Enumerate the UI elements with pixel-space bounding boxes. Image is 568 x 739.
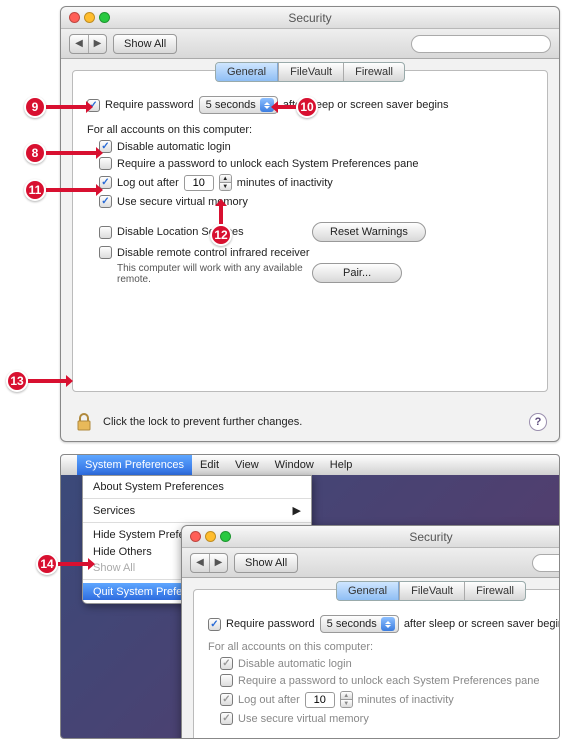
zoom-icon[interactable] — [99, 12, 110, 23]
minimize-icon[interactable] — [84, 12, 95, 23]
log-out-after-label-after: minutes of inactivity — [237, 177, 333, 189]
menu-help[interactable]: Help — [322, 455, 361, 475]
pair-button[interactable]: Pair... — [312, 263, 402, 283]
callout-11: 11 — [24, 179, 96, 201]
menu-view[interactable]: View — [227, 455, 267, 475]
toolbar: ◀ ▶ Show All — [61, 29, 559, 59]
callout-8: 8 — [24, 142, 96, 164]
titlebar[interactable]: Security — [61, 7, 559, 29]
disable-ir-checkbox[interactable] — [99, 246, 112, 259]
menu-services[interactable]: Services▶ — [83, 502, 311, 519]
secure-vm-checkbox[interactable] — [99, 195, 112, 208]
zoom-icon[interactable] — [220, 531, 231, 542]
tab-firewall[interactable]: Firewall — [343, 63, 404, 81]
back-icon[interactable]: ◀ — [70, 35, 88, 53]
general-pane: General FileVault Firewall Require passw… — [72, 70, 548, 392]
show-all-button[interactable]: Show All — [113, 34, 177, 54]
tab-general-2[interactable]: General — [337, 582, 399, 600]
log-out-minutes-stepper[interactable]: ▲▼ — [219, 174, 232, 191]
callout-14: 14 — [36, 553, 88, 575]
require-password-checkbox-2[interactable] — [208, 618, 221, 631]
menu-edit[interactable]: Edit — [192, 455, 227, 475]
require-password-prefs-checkbox-2 — [220, 674, 233, 687]
show-all-button-2[interactable]: Show All — [234, 553, 298, 573]
search-field[interactable] — [411, 35, 551, 53]
tab-filevault[interactable]: FileVault — [278, 63, 343, 81]
tabs-2[interactable]: General FileVault Firewall — [336, 581, 526, 601]
app-menu[interactable]: System Preferences — [77, 455, 192, 475]
nav-back-forward-2[interactable]: ◀ ▶ — [190, 553, 228, 573]
minimize-icon[interactable] — [205, 531, 216, 542]
menu-about[interactable]: About System Preferences — [83, 479, 311, 495]
disable-ir-label: Disable remote control infrared receiver — [117, 247, 310, 259]
forward-icon[interactable]: ▶ — [209, 554, 227, 572]
disable-automatic-login-label: Disable automatic login — [117, 141, 231, 153]
chevron-up-icon[interactable]: ▲ — [220, 175, 231, 182]
require-password-delay-popup-2[interactable]: 5 seconds — [320, 615, 399, 633]
search-input-2[interactable] — [542, 557, 560, 569]
callout-12: 12 — [210, 206, 232, 246]
chevron-down-icon[interactable]: ▼ — [220, 182, 231, 190]
titlebar-2[interactable]: Security — [182, 526, 560, 548]
general-pane-2: General FileVault Firewall Require passw… — [193, 589, 560, 739]
callout-9: 9 — [24, 96, 86, 118]
window-title: Security — [61, 11, 559, 25]
require-password-label: Require password — [105, 99, 194, 111]
callout-10: 10 — [278, 96, 318, 118]
lock-text: Click the lock to prevent further change… — [103, 416, 302, 428]
require-password-delay-popup[interactable]: 5 seconds — [199, 96, 278, 114]
log-out-minutes-field[interactable] — [184, 175, 214, 191]
back-icon[interactable]: ◀ — [191, 554, 209, 572]
log-out-after-checkbox-2 — [220, 693, 233, 706]
desktop-screenshot: System Preferences Edit View Window Help… — [60, 454, 560, 739]
menubar[interactable]: System Preferences Edit View Window Help — [61, 455, 559, 475]
lock-icon[interactable] — [73, 411, 95, 433]
chevron-right-icon: ▶ — [293, 504, 301, 517]
help-button[interactable]: ? — [529, 413, 547, 431]
accounts-section-header: For all accounts on this computer: — [87, 124, 252, 136]
nav-back-forward[interactable]: ◀ ▶ — [69, 34, 107, 54]
callout-13: 13 — [6, 370, 66, 392]
security-window-2: Security ◀ ▶ Show All General FileVault … — [181, 525, 560, 739]
log-out-after-label-before: Log out after — [117, 177, 179, 189]
require-password-delay-value: 5 seconds — [206, 99, 256, 111]
reset-warnings-button[interactable]: Reset Warnings — [312, 222, 426, 242]
disable-automatic-login-checkbox-2 — [220, 657, 233, 670]
search-input[interactable] — [421, 38, 563, 50]
window-title-2: Security — [182, 530, 560, 544]
require-password-prefs-label: Require a password to unlock each System… — [117, 158, 418, 170]
close-icon[interactable] — [190, 531, 201, 542]
ir-note: This computer will work with any availab… — [117, 263, 307, 285]
close-icon[interactable] — [69, 12, 80, 23]
tab-firewall-2[interactable]: Firewall — [464, 582, 525, 600]
menu-window[interactable]: Window — [267, 455, 322, 475]
search-field-2[interactable] — [532, 554, 560, 572]
disable-location-checkbox[interactable] — [99, 226, 112, 239]
security-window-1: Security ◀ ▶ Show All General FileVault … — [60, 6, 560, 442]
tab-filevault-2[interactable]: FileVault — [399, 582, 464, 600]
tab-general[interactable]: General — [216, 63, 278, 81]
forward-icon[interactable]: ▶ — [88, 35, 106, 53]
tabs[interactable]: General FileVault Firewall — [215, 62, 405, 82]
popup-handle-icon — [381, 617, 395, 631]
secure-vm-checkbox-2 — [220, 712, 233, 725]
